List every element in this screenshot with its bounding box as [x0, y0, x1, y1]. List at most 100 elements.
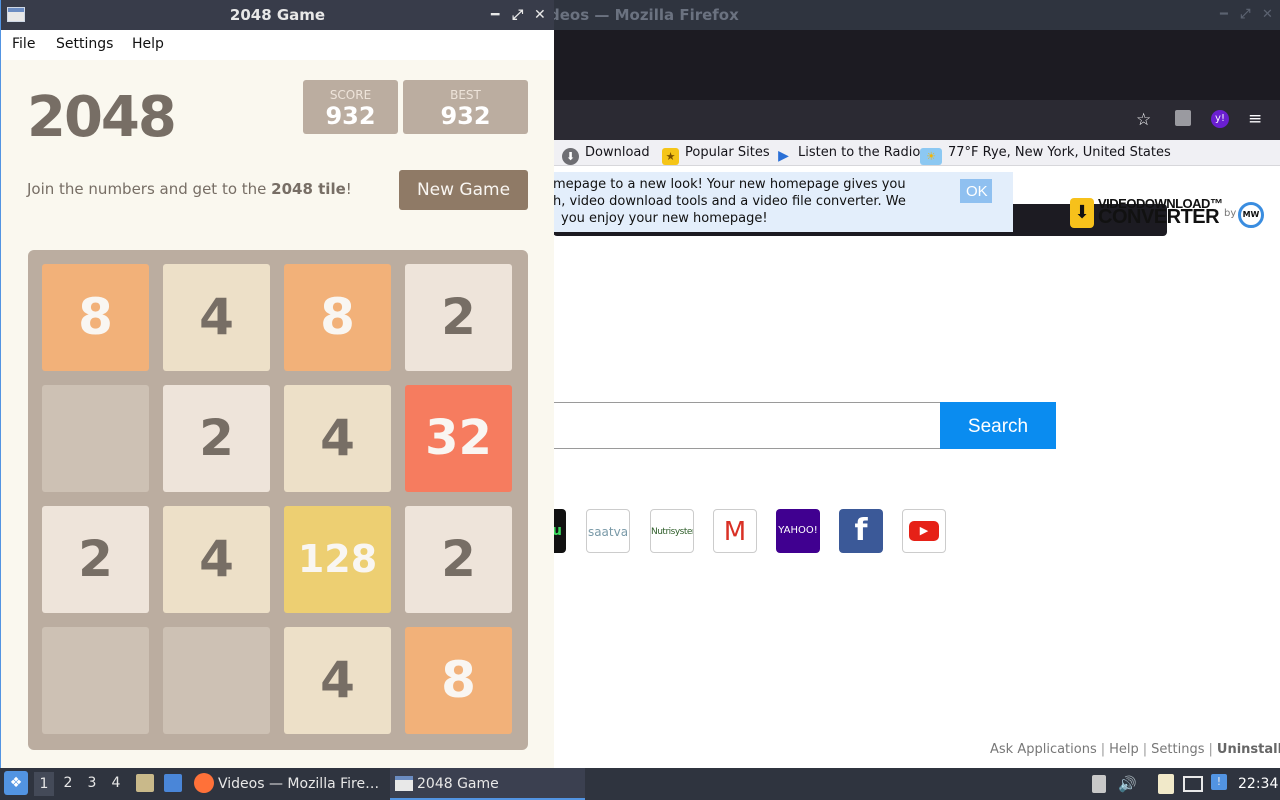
bookmark-star-icon[interactable]: ☆ — [1136, 110, 1151, 130]
bookmark-label: Listen to the Radio — [798, 145, 921, 160]
tile-4: 4 — [163, 264, 270, 371]
menu-file[interactable]: File — [12, 36, 35, 52]
game-window-title: 2048 Game — [229, 6, 326, 24]
notice-line: h, video download tools and a video file… — [553, 194, 906, 209]
menu-settings[interactable]: Settings — [56, 36, 113, 52]
score-label: SCORE — [329, 88, 372, 102]
maximize-icon[interactable]: ⤢ — [1240, 0, 1250, 30]
bookmark-label: 77°F Rye, New York, United States — [948, 145, 1171, 160]
notice-line: mepage to a new look! Your new homepage … — [553, 177, 906, 192]
file-manager-icon[interactable] — [136, 774, 154, 792]
window-app-icon — [7, 7, 25, 22]
volume-icon[interactable]: 🔊 — [1118, 775, 1137, 793]
intro-text-plain: Join the numbers and get to the — [27, 180, 272, 198]
tile-2: 2 — [163, 385, 270, 492]
minimize-icon[interactable]: ━ — [491, 0, 499, 30]
workspace-4[interactable]: 4 — [106, 775, 126, 791]
logo-by: by — [1224, 208, 1237, 219]
settings-link[interactable]: Settings — [1151, 742, 1204, 757]
footer-links: Ask Applications | Help | Settings | Uninstall — [990, 742, 1280, 757]
search-input[interactable] — [553, 402, 941, 449]
intro-text: Join the numbers and get to the 2048 til… — [27, 180, 352, 198]
play-icon: ▶ — [778, 148, 789, 164]
play-icon: ▶ — [909, 521, 939, 541]
notice-text: mepage to a new look! Your new homepage … — [553, 176, 913, 227]
close-icon[interactable]: ✕ — [534, 0, 546, 30]
window-icon — [395, 776, 413, 791]
homepage-notice: mepage to a new look! Your new homepage … — [553, 172, 1013, 232]
download-arrow-icon: ⬇ — [1070, 198, 1094, 228]
tile-2: 2 — [405, 506, 512, 613]
empty-cell — [42, 385, 149, 492]
score-box: SCORE 932 — [303, 80, 398, 134]
desktop-icon[interactable] — [164, 774, 182, 792]
extension-icon[interactable] — [1175, 110, 1191, 126]
tile-128: 128 — [284, 506, 391, 613]
hamburger-menu-icon[interactable]: ≡ — [1248, 109, 1262, 129]
logo-line2: CONVERTER — [1098, 206, 1220, 228]
minimize-icon[interactable]: ━ — [1220, 0, 1228, 30]
search-button[interactable]: Search — [940, 402, 1056, 449]
yahoo-shortcut-icon[interactable]: YAHOO! — [776, 509, 820, 553]
bookmark-weather[interactable]: ☀ 77°F Rye, New York, United States — [920, 140, 1171, 166]
maximize-icon[interactable]: ⤢ — [512, 0, 523, 30]
workspace-1[interactable]: 1 — [34, 772, 54, 796]
help-link[interactable]: Help — [1109, 742, 1139, 757]
menu-bar: File Settings Help — [1, 30, 554, 60]
score-value: 932 — [325, 102, 376, 130]
bookmark-label: Download — [585, 145, 650, 160]
star-icon: ★ — [662, 148, 679, 165]
tile-32: 32 — [405, 385, 512, 492]
best-value: 932 — [440, 102, 491, 130]
new-game-button[interactable]: New Game — [399, 170, 528, 210]
game-board[interactable]: 8 4 8 2 2 4 32 2 4 128 2 4 8 — [28, 250, 528, 750]
start-menu-icon[interactable]: ❖ — [4, 771, 28, 795]
taskbar-task-label: 2048 Game — [417, 776, 499, 792]
tile-8: 8 — [284, 264, 391, 371]
firefox-icon — [194, 773, 214, 793]
uninstall-link[interactable]: Uninstall — [1217, 742, 1280, 757]
game-heading: 2048 — [27, 85, 177, 150]
yahoo-extension-icon[interactable]: y! — [1211, 110, 1229, 128]
clock: 22:34 — [1238, 776, 1279, 792]
firefox-window-title: deos — Mozilla Firefox — [549, 6, 739, 24]
notification-icon[interactable]: ! — [1211, 774, 1227, 790]
notes-icon[interactable] — [1158, 774, 1174, 794]
taskbar-2048[interactable]: 2048 Game — [390, 768, 585, 800]
bookmark-popular-sites[interactable]: ★ Popular Sites — [662, 140, 770, 166]
game-window: 2048 Game ━ ⤢ ✕ File Settings Help 2048 … — [0, 0, 554, 768]
tile-4: 4 — [284, 385, 391, 492]
tile-4: 4 — [284, 627, 391, 734]
gmail-shortcut-icon[interactable]: M — [713, 509, 757, 553]
empty-cell — [42, 627, 149, 734]
intro-text-end: ! — [345, 180, 352, 198]
tile-8: 8 — [405, 627, 512, 734]
nutrisystem-shortcut-icon[interactable]: Nutrisystem — [650, 509, 694, 553]
intro-text-bold: 2048 tile — [271, 180, 346, 198]
bookmark-radio[interactable]: ▶ Listen to the Radio — [775, 140, 920, 166]
clipboard-icon[interactable] — [1092, 775, 1106, 793]
empty-cell — [163, 627, 270, 734]
game-titlebar: 2048 Game ━ ⤢ ✕ — [1, 0, 554, 30]
facebook-shortcut-icon[interactable]: f — [839, 509, 883, 553]
network-icon[interactable] — [1183, 776, 1203, 792]
weather-icon: ☀ — [920, 148, 942, 165]
youtube-shortcut-icon[interactable]: ▶ — [902, 509, 946, 553]
tile-2: 2 — [405, 264, 512, 371]
taskbar: ❖ 1 2 3 4 Videos — Mozilla Fire… 2048 Ga… — [0, 768, 1280, 800]
best-label: BEST — [450, 88, 481, 102]
notice-ok-button[interactable]: OK — [960, 179, 992, 203]
ask-applications-link[interactable]: Ask Applications — [990, 742, 1097, 757]
notice-line: you enjoy your new homepage! — [561, 211, 768, 226]
saatva-shortcut-icon[interactable]: saatva — [586, 509, 630, 553]
taskbar-task-label: Videos — Mozilla Fire… — [218, 776, 380, 792]
bookmark-download[interactable]: ⬇ Download — [562, 140, 650, 166]
tile-2: 2 — [42, 506, 149, 613]
bookmark-label: Popular Sites — [685, 145, 770, 160]
videodownloadconverter-logo: ⬇ VIDEODOWNLOAD™ CONVERTER by MW — [1068, 196, 1268, 232]
taskbar-firefox[interactable]: Videos — Mozilla Fire… — [192, 768, 387, 800]
workspace-3[interactable]: 3 — [82, 775, 102, 791]
close-icon[interactable]: ✕ — [1262, 0, 1273, 30]
workspace-2[interactable]: 2 — [58, 775, 78, 791]
menu-help[interactable]: Help — [132, 36, 164, 52]
